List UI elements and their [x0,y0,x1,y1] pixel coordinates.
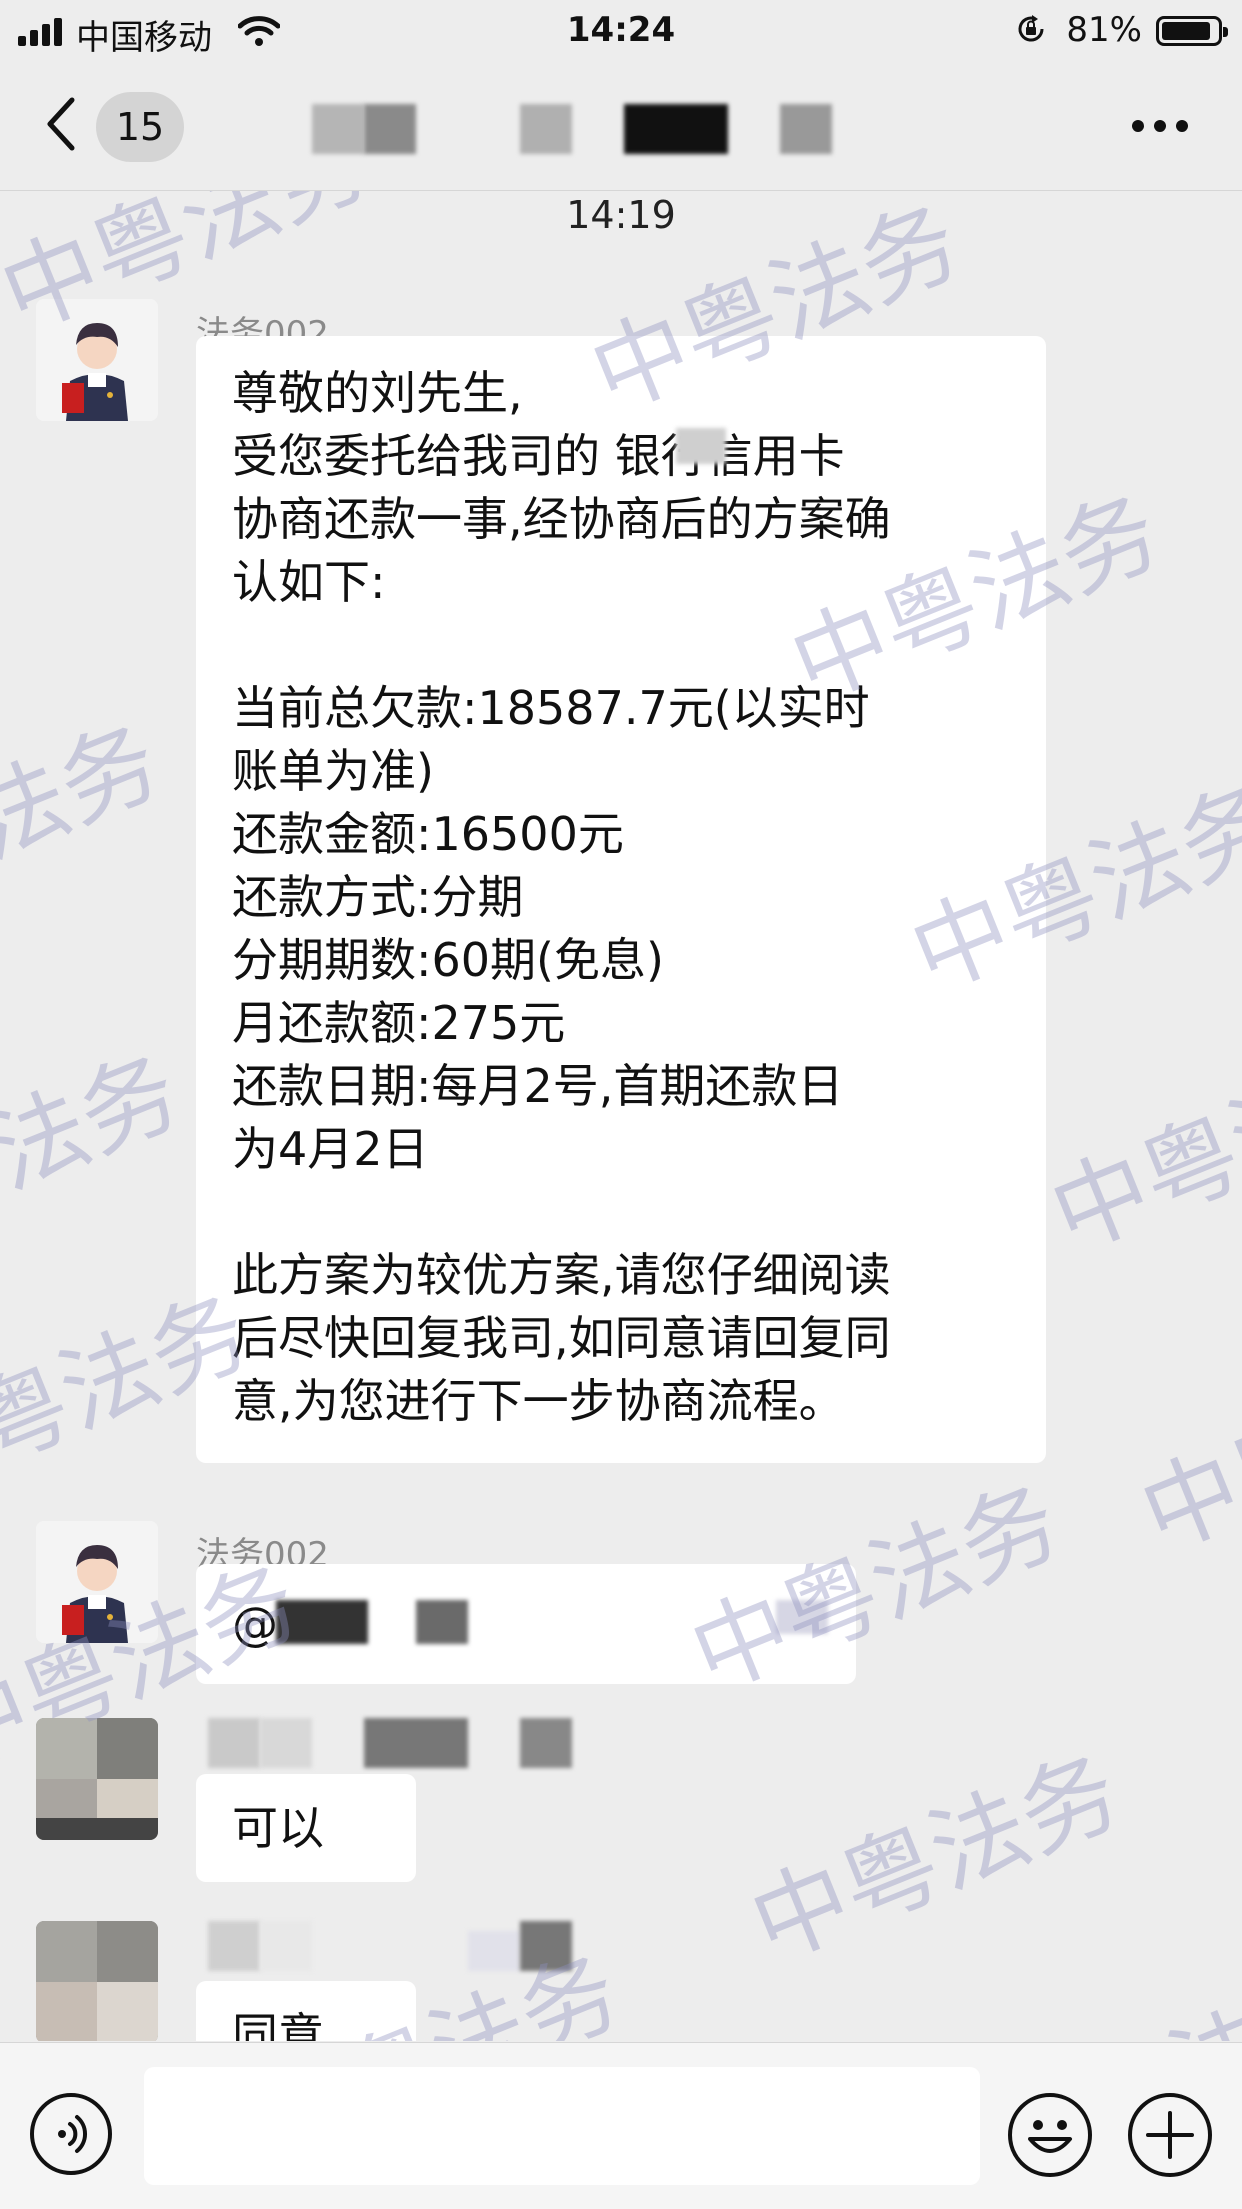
chat-message-list[interactable]: 14:19 法务002 尊敬的刘先生, 受您委托给我司的 银行信用卡 协商还款一… [0,191,1242,2041]
watermark-text: 中粤法务 [0,1034,195,1283]
emoji-icon[interactable] [1008,2093,1092,2177]
voice-icon[interactable] [30,2093,112,2175]
redacted-block [416,1600,468,1644]
message-bubble[interactable]: 尊敬的刘先生, 受您委托给我司的 银行信用卡 协商还款一事,经协商后的方案确 认… [196,336,1046,1463]
avatar[interactable] [36,299,158,421]
message-text: 同意 [232,2008,324,2041]
message-line: 后尽快回复我司,如同意请回复同 [232,1311,891,1365]
message-line: 协商还款一事,经协商后的方案确 [232,492,891,546]
avatar[interactable] [36,1921,158,2041]
message-line: 认如下: [232,555,386,609]
more-dots-icon[interactable] [1132,120,1188,134]
redacted-block [276,1600,368,1644]
message-line: 尊敬的刘先生, [232,366,523,420]
redacted-block [776,1600,828,1634]
message-line: 还款金额:16500元 [232,807,624,861]
avatar[interactable] [36,1718,158,1840]
lawyer-avatar-icon [36,299,158,421]
battery-icon [1156,16,1228,46]
chat-header: 15 [0,64,1242,191]
watermark-text: 中粤法务 [0,704,175,953]
plus-icon[interactable] [1128,2093,1212,2177]
message-bubble[interactable]: 可以 [196,1774,416,1882]
battery-percent: 81% [1066,10,1142,50]
input-bar [0,2042,1242,2209]
message-line: 分期期数:60期(免息) [232,933,664,987]
watermark-text: 中粤法务 [968,1934,1242,2041]
unread-count-badge[interactable]: 15 [96,92,184,162]
message-text: 可以 [232,1801,324,1855]
message-line [232,1181,1012,1244]
message-line: 受您委托给我司的 银行信用卡 [232,429,845,483]
chevron-left-icon[interactable] [40,94,80,154]
message-line: 月还款额:275元 [232,996,566,1050]
watermark-text: 中粤法务 [736,1734,1135,1983]
status-bar: 中国移动 14:24 81% [0,0,1242,64]
message-input[interactable] [144,2067,980,2185]
message-line [232,614,1012,677]
status-time: 14:24 [566,10,676,50]
message-line: 还款日期:每月2号,首期还款日 [232,1059,844,1113]
rotation-lock-icon [1018,15,1044,42]
message-line: 账单为准) [232,744,434,798]
message-timestamp: 14:19 [566,193,676,237]
watermark-text: 中粤法务 [1036,1024,1242,1273]
message-bubble[interactable]: @ [196,1564,856,1684]
message-line: 为4月2日 [232,1122,429,1176]
message-line: 当前总欠款:18587.7元(以实时 [232,681,870,735]
redacted-block [676,428,726,464]
watermark-text: 中粤法务 [1126,1324,1242,1573]
message-line: 还款方式:分期 [232,870,524,924]
message-line: 此方案为较优方案,请您仔细阅读 [232,1248,891,1302]
message-text: @ [232,1597,278,1651]
avatar[interactable] [36,1521,158,1643]
message-line: 意,为您进行下一步协商流程。 [232,1374,845,1428]
lawyer-avatar-icon [36,1521,158,1643]
message-bubble[interactable]: 同意 [196,1981,416,2041]
